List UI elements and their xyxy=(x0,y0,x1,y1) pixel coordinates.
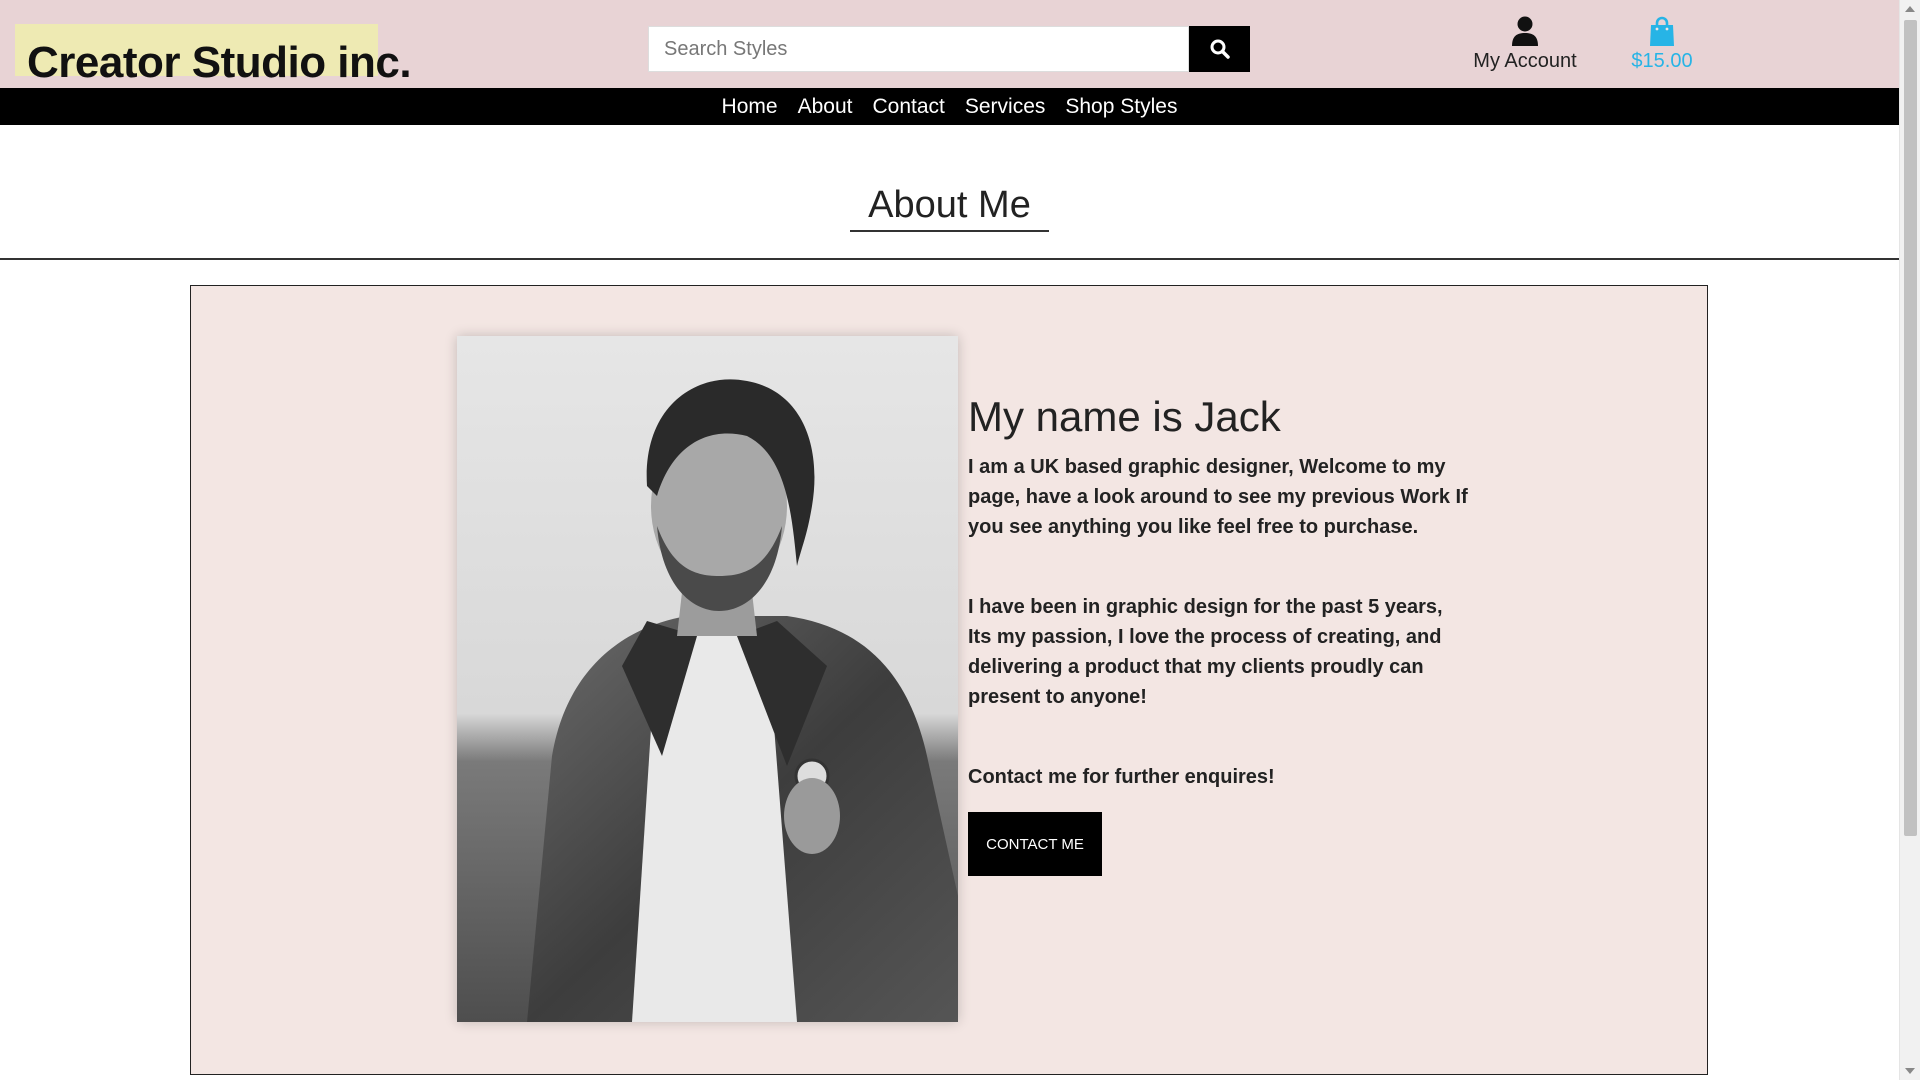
section-divider xyxy=(0,258,1899,260)
about-card: My name is Jack I am a UK based graphic … xyxy=(190,285,1708,1075)
contact-me-button[interactable]: CONTACT ME xyxy=(968,812,1102,876)
search-button[interactable] xyxy=(1189,26,1250,72)
about-heading: My name is Jack xyxy=(968,393,1281,440)
vertical-scrollbar[interactable] xyxy=(1899,0,1920,1080)
search-input[interactable] xyxy=(648,26,1189,72)
nav-contact[interactable]: Contact xyxy=(872,88,944,125)
main-nav: Home About Contact Services Shop Styles xyxy=(0,88,1899,125)
about-paragraph-3: Contact me for further enquires! xyxy=(968,766,1275,788)
about-paragraph-1: I am a UK based graphic designer, Welcom… xyxy=(968,456,1468,538)
scroll-down-arrow[interactable] xyxy=(1905,1068,1915,1074)
scroll-up-arrow[interactable] xyxy=(1905,6,1915,12)
user-icon xyxy=(1512,16,1538,46)
profile-photo xyxy=(457,336,958,1022)
search-bar xyxy=(648,26,1250,72)
about-paragraph-2: I have been in graphic design for the pa… xyxy=(968,596,1443,708)
my-account-label: My Account xyxy=(1473,50,1577,72)
nav-services[interactable]: Services xyxy=(965,88,1046,125)
nav-home[interactable]: Home xyxy=(722,88,778,125)
page-title-wrap: About Me xyxy=(0,182,1899,232)
cart-total: $15.00 xyxy=(1631,50,1693,72)
site-logo[interactable]: Creator Studio inc. xyxy=(27,38,412,88)
about-text: My name is Jack I am a UK based graphic … xyxy=(968,392,1468,876)
nav-shop-styles[interactable]: Shop Styles xyxy=(1065,88,1177,125)
page-title: About Me xyxy=(850,182,1049,232)
cart-link[interactable]: $15.00 xyxy=(1620,16,1704,73)
scrollbar-thumb[interactable] xyxy=(1904,20,1917,836)
nav-about[interactable]: About xyxy=(798,88,853,125)
site-header: Creator Studio inc. My Account xyxy=(0,0,1899,88)
my-account-link[interactable]: My Account xyxy=(1460,16,1590,73)
portrait-image xyxy=(457,336,958,1022)
shopping-bag-icon xyxy=(1650,16,1674,46)
page: Creator Studio inc. My Account xyxy=(0,0,1899,1080)
search-icon xyxy=(1210,39,1230,59)
